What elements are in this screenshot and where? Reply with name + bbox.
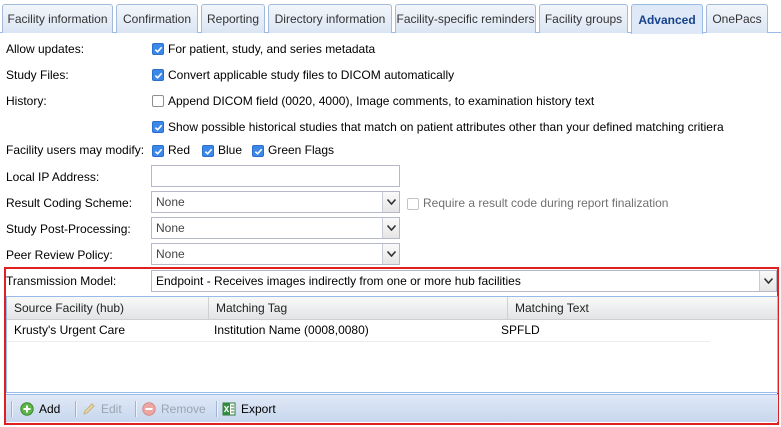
chevron-down-icon[interactable] bbox=[382, 244, 399, 264]
transmission-model-select[interactable]: Endpoint - Receives images indirectly fr… bbox=[151, 270, 777, 292]
peer-review-value: None bbox=[156, 247, 185, 261]
require-result-code-checkbox[interactable] bbox=[407, 198, 419, 210]
tab-facility-groups[interactable]: Facility groups bbox=[539, 4, 628, 33]
toolbar-separator bbox=[216, 401, 217, 417]
remove-icon bbox=[142, 402, 156, 416]
remove-button-label: Remove bbox=[161, 402, 206, 416]
history-append-option: Append DICOM field (0020, 4000), Image c… bbox=[168, 94, 595, 108]
toolbar-separator bbox=[75, 401, 76, 417]
allow-updates-checkbox[interactable] bbox=[152, 43, 164, 55]
result-coding-select[interactable]: None bbox=[151, 191, 400, 213]
grid-toolbar: Add Edit Remove Export bbox=[6, 394, 778, 422]
transmission-model-value: Endpoint - Receives images indirectly fr… bbox=[156, 274, 521, 288]
toolbar-separator bbox=[11, 401, 12, 417]
grid-header: Source Facility (hub) Matching Tag Match… bbox=[7, 297, 777, 320]
facility-users-label: Facility users may modify: bbox=[6, 143, 145, 157]
cell-matching-text: SPFLD bbox=[501, 323, 540, 337]
flag-green-label: Green Flags bbox=[268, 143, 335, 157]
add-button[interactable]: Add bbox=[20, 400, 60, 418]
export-button[interactable]: Export bbox=[222, 400, 276, 418]
tab-facility-information[interactable]: Facility information bbox=[2, 4, 113, 33]
transmission-model-label: Transmission Model: bbox=[6, 274, 117, 288]
tab-reporting[interactable]: Reporting bbox=[201, 4, 265, 33]
tab-confirmation[interactable]: Confirmation bbox=[116, 4, 198, 33]
check-icon bbox=[204, 148, 212, 155]
result-coding-label: Result Coding Scheme: bbox=[6, 196, 133, 210]
excel-icon bbox=[222, 402, 236, 416]
local-ip-input[interactable] bbox=[151, 165, 400, 187]
allow-updates-option: For patient, study, and series metadata bbox=[168, 42, 376, 56]
study-files-checkbox[interactable] bbox=[152, 69, 164, 81]
study-files-label: Study Files: bbox=[6, 68, 69, 82]
column-matching-tag[interactable]: Matching Tag bbox=[209, 297, 508, 319]
flag-red-label: Red bbox=[168, 143, 191, 157]
table-row[interactable]: Krusty's Urgent Care Institution Name (0… bbox=[7, 320, 710, 342]
add-icon bbox=[20, 402, 34, 416]
tab-onepacs[interactable]: OnePacs bbox=[706, 4, 768, 33]
flag-green-checkbox[interactable] bbox=[252, 145, 264, 157]
flag-blue-checkbox[interactable] bbox=[202, 145, 214, 157]
require-result-code-label: Require a result code during report fina… bbox=[423, 196, 669, 210]
edit-button-label: Edit bbox=[101, 402, 122, 416]
post-processing-label: Study Post-Processing: bbox=[6, 222, 131, 236]
flag-blue-label: Blue bbox=[218, 143, 243, 157]
check-icon bbox=[154, 46, 162, 53]
column-matching-text[interactable]: Matching Text bbox=[508, 297, 779, 319]
add-button-label: Add bbox=[39, 402, 61, 416]
chevron-down-icon[interactable] bbox=[382, 218, 399, 238]
peer-review-label: Peer Review Policy: bbox=[6, 248, 113, 262]
tab-facility-specific-reminders[interactable]: Facility-specific reminders bbox=[395, 4, 536, 33]
result-coding-value: None bbox=[156, 195, 185, 209]
tab-directory-information[interactable]: Directory information bbox=[268, 4, 392, 33]
check-icon bbox=[154, 124, 162, 131]
toolbar-separator bbox=[135, 401, 136, 417]
history-label: History: bbox=[6, 94, 47, 108]
cell-matching-tag: Institution Name (0008,0080) bbox=[214, 323, 369, 337]
edit-button[interactable]: Edit bbox=[82, 400, 122, 418]
check-icon bbox=[254, 148, 262, 155]
peer-review-select[interactable]: None bbox=[151, 243, 400, 265]
post-processing-select[interactable]: None bbox=[151, 217, 400, 239]
cell-source-facility: Krusty's Urgent Care bbox=[14, 323, 125, 337]
tab-advanced[interactable]: Advanced bbox=[631, 4, 703, 34]
chevron-down-icon[interactable] bbox=[382, 192, 399, 212]
check-icon bbox=[154, 148, 162, 155]
local-ip-label: Local IP Address: bbox=[6, 170, 100, 184]
export-button-label: Export bbox=[241, 402, 276, 416]
check-icon bbox=[154, 72, 162, 79]
remove-button[interactable]: Remove bbox=[142, 400, 206, 418]
post-processing-value: None bbox=[156, 221, 185, 235]
history-append-checkbox[interactable] bbox=[152, 95, 164, 107]
history-show-checkbox[interactable] bbox=[152, 121, 164, 133]
allow-updates-label: Allow updates: bbox=[6, 42, 85, 56]
pencil-icon bbox=[83, 403, 95, 415]
column-source-facility[interactable]: Source Facility (hub) bbox=[7, 297, 209, 319]
flag-red-checkbox[interactable] bbox=[152, 145, 164, 157]
tab-bar: Facility information Confirmation Report… bbox=[0, 0, 781, 34]
history-show-option: Show possible historical studies that ma… bbox=[168, 120, 724, 134]
hub-matching-grid: Source Facility (hub) Matching Tag Match… bbox=[6, 296, 778, 393]
chevron-down-icon[interactable] bbox=[759, 271, 776, 291]
study-files-option: Convert applicable study files to DICOM … bbox=[168, 68, 455, 82]
